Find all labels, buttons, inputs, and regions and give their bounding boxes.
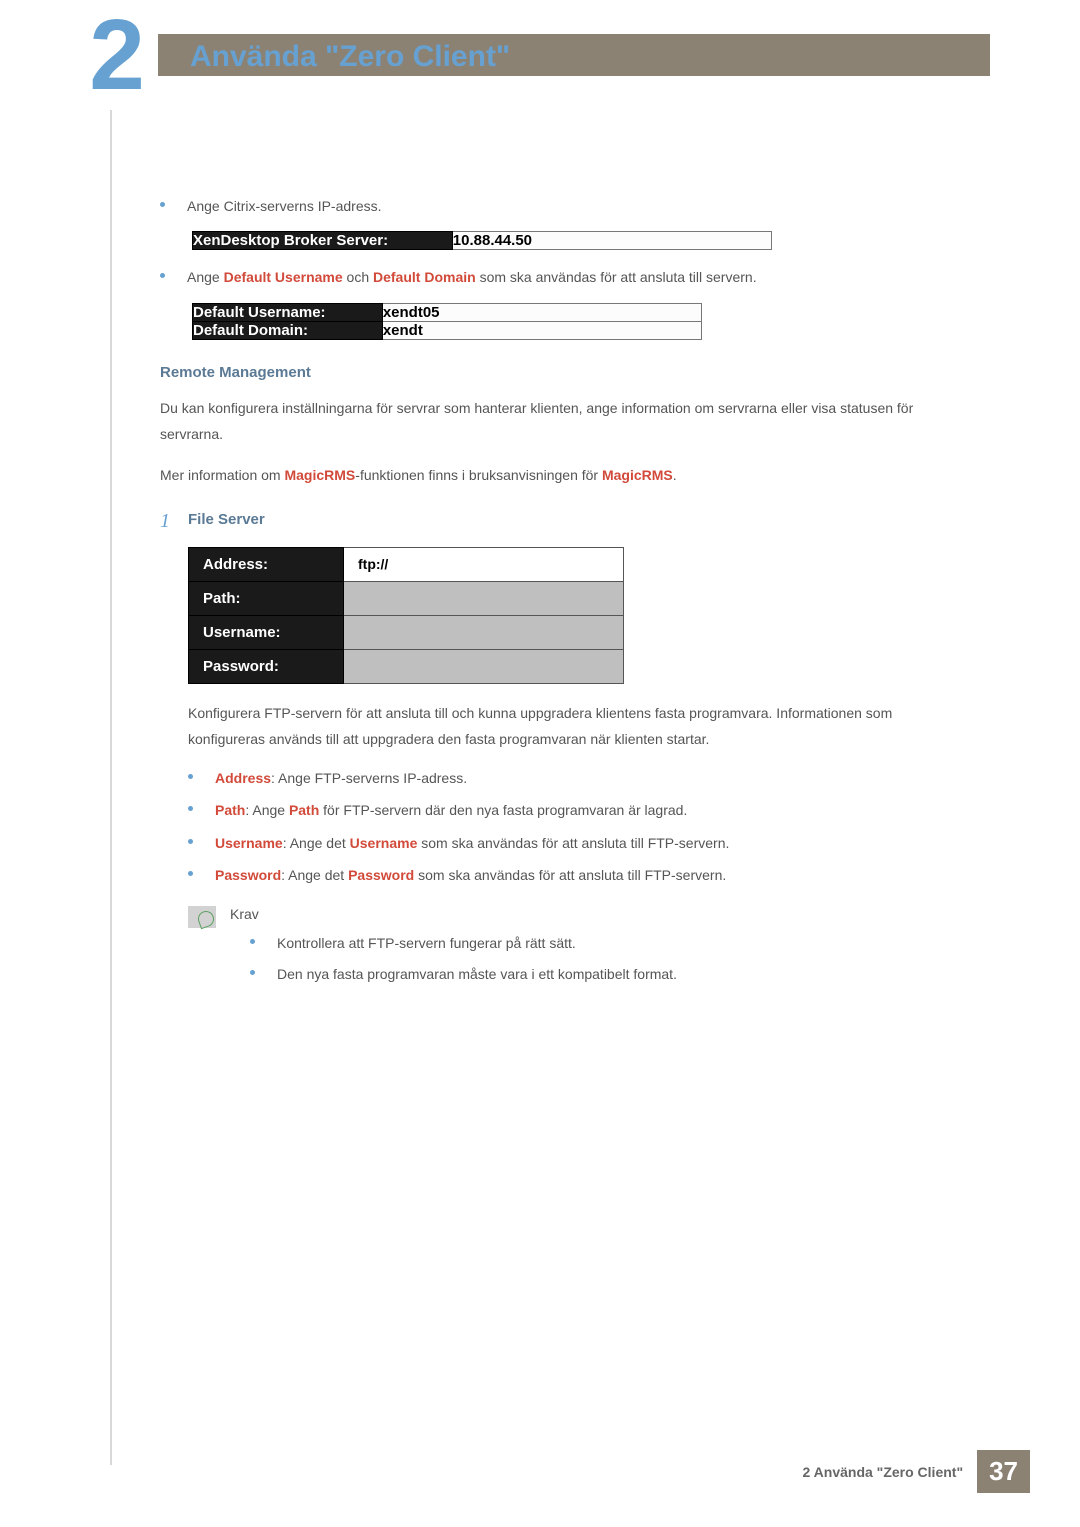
default-domain-value: xendt <box>382 321 701 339</box>
bullet-text: Address: Ange FTP-serverns IP-adress. <box>215 767 970 789</box>
text-fragment: : Ange FTP-serverns IP-adress. <box>271 770 467 786</box>
remote-management-heading: Remote Management <box>160 364 970 381</box>
file-server-username-value <box>344 615 624 649</box>
step-file-server: 1 File Server <box>160 509 970 533</box>
bullet-dot <box>188 806 193 811</box>
text-fragment: : Ange det <box>283 835 350 851</box>
step-number: 1 <box>160 509 188 533</box>
bullet-dot <box>250 939 255 944</box>
bullet-username: Username: Ange det Username som ska anvä… <box>188 832 970 854</box>
file-server-address-value: ftp:// <box>344 547 624 581</box>
bullet-dot <box>188 839 193 844</box>
file-server-path-value <box>344 581 624 615</box>
text-fragment: som ska användas för att ansluta till se… <box>476 269 757 285</box>
text-fragment: : Ange <box>245 802 289 818</box>
file-server-password-label: Password: <box>189 649 344 683</box>
bullet-dot <box>188 774 193 779</box>
file-server-address-label: Address: <box>189 547 344 581</box>
bullet-text: Ange Default Username och Default Domain… <box>187 266 970 288</box>
strong-path: Path <box>215 802 245 818</box>
note-bullets: Kontrollera att FTP-servern fungerar på … <box>250 932 970 985</box>
bullet-text: Ange Citrix-serverns IP-adress. <box>187 195 970 217</box>
content-area: Ange Citrix-serverns IP-adress. XenDeskt… <box>160 195 970 993</box>
strong-username: Username <box>215 835 283 851</box>
strong-username: Username <box>350 835 418 851</box>
bullet-text: Den nya fasta programvaran måste vara i … <box>277 963 970 985</box>
file-server-field-bullets: Address: Ange FTP-serverns IP-adress. Pa… <box>188 767 970 887</box>
xendesktop-label: XenDesktop Broker Server: <box>193 232 453 250</box>
note-bullet-1: Kontrollera att FTP-servern fungerar på … <box>250 932 970 954</box>
bullet-address: Address: Ange FTP-serverns IP-adress. <box>188 767 970 789</box>
file-server-path-label: Path: <box>189 581 344 615</box>
strong-password: Password <box>215 867 281 883</box>
chapter-title: Använda "Zero Client" <box>190 40 510 74</box>
text-fragment: för FTP-servern där den nya fasta progra… <box>319 802 687 818</box>
page-column-line <box>110 0 112 1465</box>
bullet-default-credentials: Ange Default Username och Default Domain… <box>160 266 970 288</box>
xendesktop-server-table: XenDesktop Broker Server: 10.88.44.50 <box>192 231 772 250</box>
file-server-description: Konfigurera FTP-servern för att ansluta … <box>188 700 970 753</box>
file-server-username-label: Username: <box>189 615 344 649</box>
strong-magicrms: MagicRMS <box>284 467 355 483</box>
strong-default-username: Default Username <box>224 269 343 285</box>
bullet-citrix-ip: Ange Citrix-serverns IP-adress. <box>160 195 970 217</box>
text-fragment: som ska användas för att ansluta till FT… <box>414 867 726 883</box>
default-username-label: Default Username: <box>193 303 383 321</box>
note-bullet-2: Den nya fasta programvaran måste vara i … <box>250 963 970 985</box>
text-fragment: Ange <box>187 269 224 285</box>
strong-address: Address <box>215 770 271 786</box>
text-fragment: -funktionen finns i bruksanvisningen för <box>355 467 602 483</box>
default-username-value: xendt05 <box>382 303 701 321</box>
xendesktop-value: 10.88.44.50 <box>452 232 771 250</box>
bullet-text: Username: Ange det Username som ska anvä… <box>215 832 970 854</box>
file-server-password-value <box>344 649 624 683</box>
default-domain-label: Default Domain: <box>193 321 383 339</box>
note-content: Krav Kontrollera att FTP-servern fungera… <box>230 906 970 993</box>
text-fragment: . <box>673 467 677 483</box>
bullet-dot <box>188 871 193 876</box>
strong-password: Password <box>348 867 414 883</box>
footer-text: 2 Använda "Zero Client" <box>803 1464 964 1480</box>
strong-path: Path <box>289 802 319 818</box>
default-credentials-table: Default Username: xendt05 Default Domain… <box>192 303 702 340</box>
chapter-number: 2 <box>76 0 158 110</box>
magicrms-reference: Mer information om MagicRMS-funktionen f… <box>160 462 970 489</box>
remote-management-desc: Du kan konfigurera inställningarna för s… <box>160 395 970 448</box>
bullet-text: Password: Ange det Password som ska anvä… <box>215 864 970 886</box>
footer: 2 Använda "Zero Client" 37 <box>0 1450 1080 1493</box>
strong-default-domain: Default Domain <box>373 269 476 285</box>
bullet-dot <box>160 273 165 278</box>
note-icon <box>188 906 216 928</box>
footer-page-number: 37 <box>977 1450 1030 1493</box>
text-fragment: som ska användas för att ansluta till FT… <box>417 835 729 851</box>
bullet-dot <box>160 202 165 207</box>
chapter-badge: 2 <box>76 0 158 110</box>
bullet-path: Path: Ange Path för FTP-servern där den … <box>188 799 970 821</box>
step-label: File Server <box>188 509 265 528</box>
text-fragment: och <box>343 269 373 285</box>
bullet-text: Kontrollera att FTP-servern fungerar på … <box>277 932 970 954</box>
bullet-password: Password: Ange det Password som ska anvä… <box>188 864 970 886</box>
text-fragment: Mer information om <box>160 467 284 483</box>
strong-magicrms: MagicRMS <box>602 467 673 483</box>
note-title: Krav <box>230 906 970 922</box>
bullet-dot <box>250 970 255 975</box>
requirements-note: Krav Kontrollera att FTP-servern fungera… <box>188 906 970 993</box>
text-fragment: : Ange det <box>281 867 348 883</box>
bullet-text: Path: Ange Path för FTP-servern där den … <box>215 799 970 821</box>
file-server-table: Address: ftp:// Path: Username: Password… <box>188 547 624 684</box>
